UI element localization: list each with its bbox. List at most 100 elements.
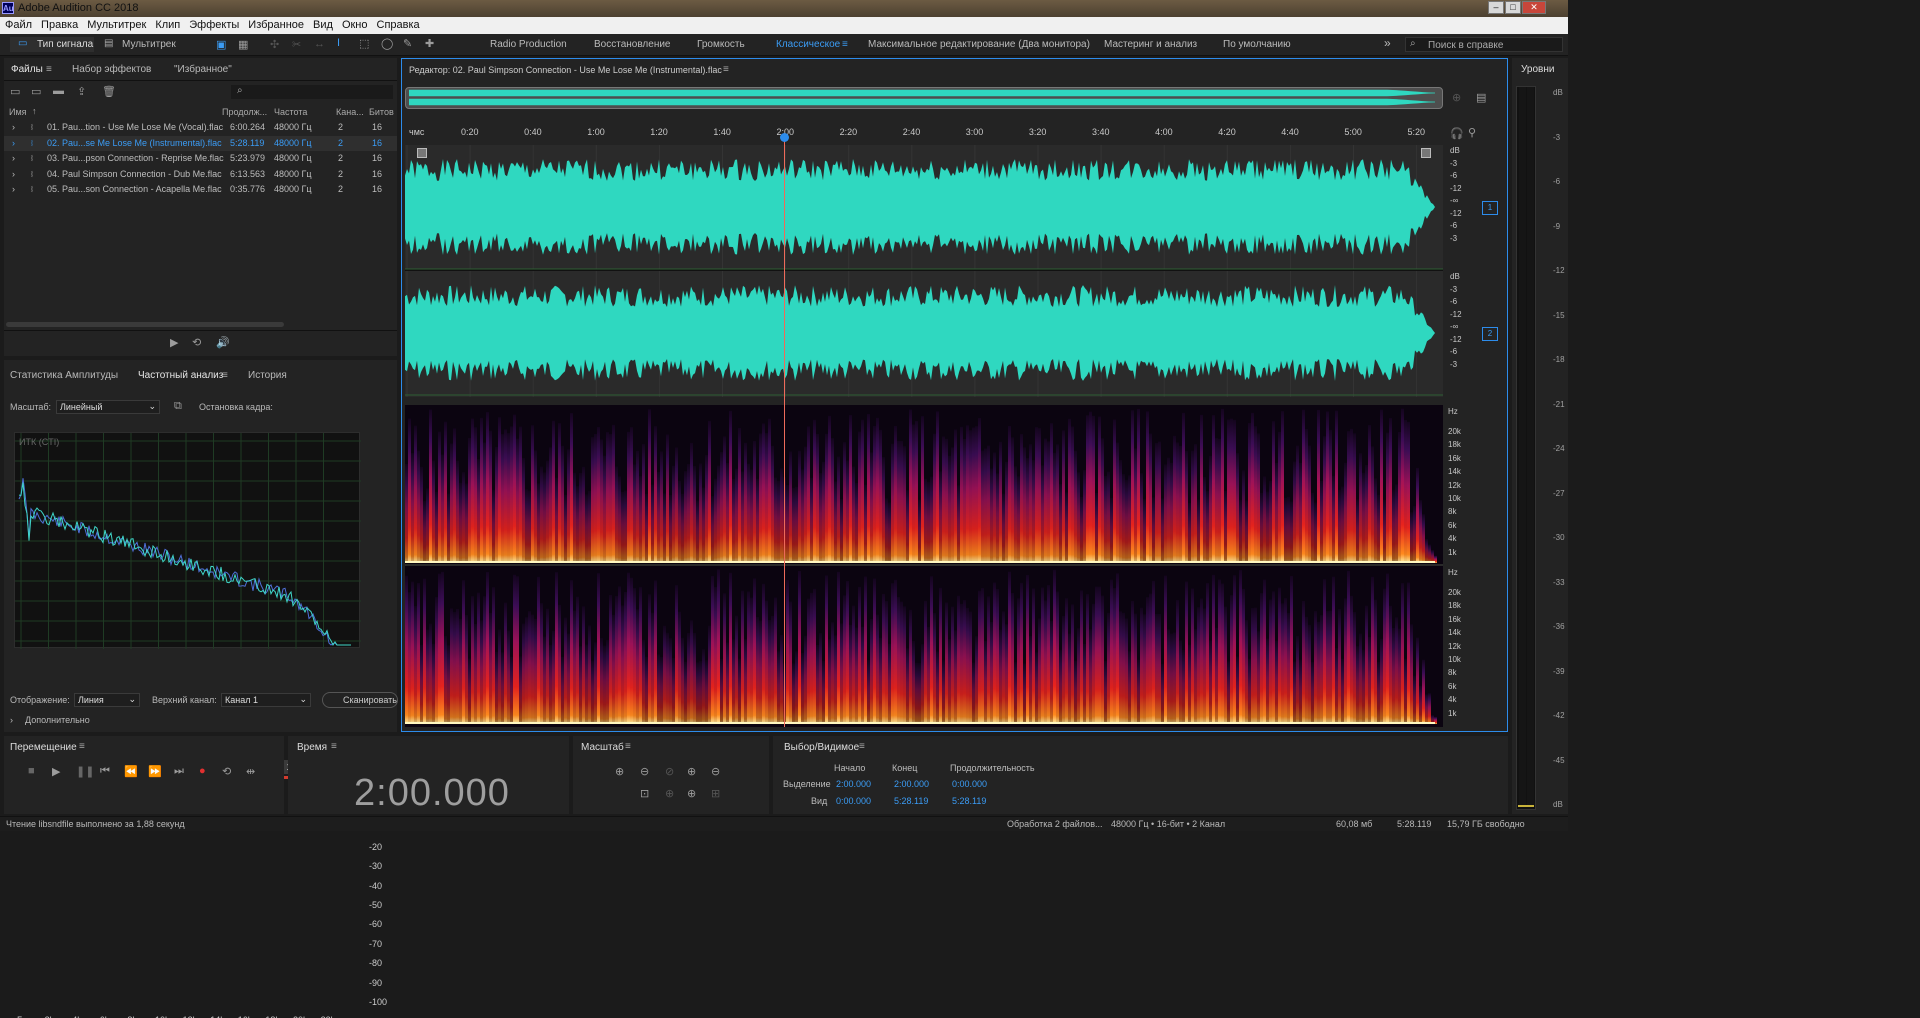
multitrack-mode-button[interactable]: ▤ Мультитрек bbox=[100, 37, 180, 52]
delete-file-icon[interactable]: 🗑 bbox=[102, 85, 116, 98]
fast-forward-icon[interactable]: ⏩ bbox=[148, 765, 162, 778]
stop-icon[interactable]: ■ bbox=[28, 765, 35, 777]
zoom-in-right-icon[interactable]: ⊕ bbox=[687, 787, 696, 800]
move-tool-icon[interactable]: ✣ bbox=[270, 38, 279, 51]
loop-playback-icon[interactable]: ⟲ bbox=[222, 765, 231, 778]
menu-multitrack[interactable]: Мультитрек bbox=[82, 17, 150, 31]
slip-tool-icon[interactable]: ↔ bbox=[314, 38, 325, 50]
insert-into-multitrack-icon[interactable]: ⇪ bbox=[77, 85, 86, 98]
zoom-to-selection-icon[interactable]: ⊞ bbox=[711, 787, 720, 800]
file-filter-input[interactable]: ⌕ bbox=[231, 85, 393, 99]
files-panel-menu-icon[interactable]: ≡ bbox=[46, 64, 52, 75]
help-search-input[interactable]: ⌕ Поиск в справке bbox=[1405, 37, 1563, 52]
spectral-view[interactable] bbox=[405, 405, 1443, 727]
rewind-icon[interactable]: ⏪ bbox=[124, 765, 138, 778]
menu-clip[interactable]: Клип bbox=[150, 17, 184, 31]
zoom-out-full-icon[interactable]: ⊡ bbox=[640, 787, 649, 800]
selection-duration-field[interactable]: 0:00.000 bbox=[952, 779, 987, 789]
file-row[interactable]: › ⧙ 05. Pau...son Connection - Acapella Me… bbox=[4, 182, 397, 197]
workspace-mastering[interactable]: Мастеринг и анализ bbox=[1104, 39, 1197, 50]
scale-dropdown[interactable]: Линейный ⌄ bbox=[56, 400, 160, 414]
menu-help[interactable]: Справка bbox=[372, 17, 424, 31]
zoom-in-left-icon[interactable]: ⊕ bbox=[665, 787, 674, 800]
tab-history[interactable]: История bbox=[248, 370, 287, 381]
new-file-icon[interactable]: ▬ bbox=[53, 85, 64, 97]
marquee-tool-icon[interactable]: ⬚ bbox=[359, 37, 369, 50]
close-button[interactable]: ✕ bbox=[1522, 1, 1546, 14]
autoplay-icon[interactable]: 🔊 bbox=[216, 336, 230, 349]
zoom-in-amplitude-icon[interactable]: ⊕ bbox=[615, 765, 624, 778]
workspace-menu-icon[interactable]: ≡ bbox=[842, 39, 848, 50]
frequency-panel-menu-icon[interactable]: ≡ bbox=[222, 370, 228, 381]
fade-out-handle[interactable] bbox=[1421, 148, 1431, 158]
waveform-view-icon[interactable]: ▣ bbox=[216, 38, 226, 51]
headphones-icon[interactable]: 🎧 bbox=[1450, 127, 1464, 140]
workspace-restoration[interactable]: Восстановление bbox=[594, 39, 671, 50]
advanced-label[interactable]: Дополнительно bbox=[25, 715, 90, 725]
workspace-loudness[interactable]: Громкость bbox=[697, 39, 745, 50]
tab-frequency-analysis[interactable]: Частотный анализ bbox=[138, 370, 223, 381]
view-duration-field[interactable]: 5:28.119 bbox=[952, 796, 986, 806]
zoom-overview-icon[interactable]: ⊕ bbox=[1452, 91, 1461, 104]
channel-1-badge[interactable]: 1 bbox=[1482, 201, 1498, 215]
play-icon[interactable]: ▶ bbox=[52, 765, 60, 778]
display-dropdown[interactable]: Линия ⌄ bbox=[74, 693, 140, 707]
spot-healing-tool-icon[interactable]: ✚ bbox=[425, 37, 434, 50]
menu-effects[interactable]: Эффекты bbox=[184, 17, 243, 31]
menu-window[interactable]: Окно bbox=[337, 17, 372, 31]
selection-start-field[interactable]: 2:00.000 bbox=[836, 779, 871, 789]
go-to-start-icon[interactable]: ⏮ bbox=[100, 765, 110, 778]
fade-in-handle[interactable] bbox=[417, 148, 427, 158]
transport-menu-icon[interactable]: ≡ bbox=[79, 741, 85, 752]
scan-button[interactable]: Сканировать bbox=[322, 692, 398, 708]
razor-tool-icon[interactable]: ✂ bbox=[292, 38, 301, 51]
view-splitter[interactable] bbox=[405, 398, 1443, 404]
loop-preview-icon[interactable]: ⟲ bbox=[192, 336, 201, 349]
more-workspaces-button[interactable]: » bbox=[1384, 36, 1391, 50]
files-horizontal-scrollbar[interactable] bbox=[6, 322, 284, 327]
view-end-field[interactable]: 5:28.119 bbox=[894, 796, 928, 806]
advanced-expand-icon[interactable]: › bbox=[10, 715, 13, 725]
column-name[interactable]: Имя bbox=[9, 107, 27, 117]
time-selection-tool-icon[interactable]: I bbox=[337, 37, 340, 49]
workspace-max-editing[interactable]: Максимальное редактирование (Два монитор… bbox=[868, 39, 1090, 50]
tab-favorites[interactable]: "Избранное" bbox=[174, 64, 232, 75]
zoom-in-time-icon[interactable]: ⊕ bbox=[687, 765, 696, 778]
lasso-tool-icon[interactable]: ◯ bbox=[381, 37, 393, 50]
playhead-handle[interactable] bbox=[780, 133, 789, 142]
track-settings-icon[interactable]: ▤ bbox=[1476, 91, 1486, 104]
waveform-mode-button[interactable]: ▭ Тип сигнала bbox=[10, 37, 94, 52]
column-duration[interactable]: Продолж... bbox=[222, 107, 267, 117]
maximize-button[interactable]: □ bbox=[1505, 1, 1521, 14]
tab-amplitude-statistics[interactable]: Статистика Амплитуды bbox=[10, 370, 118, 381]
skip-selection-icon[interactable]: ⇹ bbox=[246, 765, 255, 778]
workspace-classic[interactable]: Классическое bbox=[776, 39, 840, 50]
file-row[interactable]: › ⧙ 01. Pau...tion - Use Me Lose Me (Vocal… bbox=[4, 120, 397, 135]
file-row[interactable]: › ⧙ 03. Pau...pson Connection - Reprise Me… bbox=[4, 151, 397, 166]
view-start-field[interactable]: 0:00.000 bbox=[836, 796, 871, 806]
file-row[interactable]: › ⧙ 04. Paul Simpson Connection - Dub Me.f… bbox=[4, 167, 397, 182]
marker-pin-icon[interactable]: ⚲ bbox=[1468, 126, 1476, 139]
waveform-view[interactable] bbox=[405, 145, 1443, 397]
zoom-reset-icon[interactable]: ⊘ bbox=[665, 765, 674, 778]
minimize-button[interactable]: – bbox=[1488, 1, 1504, 14]
selection-end-field[interactable]: 2:00.000 bbox=[894, 779, 929, 789]
zoom-menu-icon[interactable]: ≡ bbox=[625, 741, 631, 752]
record-icon[interactable]: ● bbox=[199, 765, 206, 777]
editor-menu-icon[interactable]: ≡ bbox=[723, 64, 729, 75]
spectral-view-icon[interactable]: ▦ bbox=[238, 38, 248, 51]
zoom-out-time-icon[interactable]: ⊖ bbox=[711, 765, 720, 778]
import-file-icon[interactable]: ▭ bbox=[31, 85, 41, 98]
menu-file[interactable]: Файл bbox=[0, 17, 36, 31]
tab-files[interactable]: Файлы bbox=[11, 64, 43, 75]
tab-effects-rack[interactable]: Набор эффектов bbox=[72, 64, 151, 75]
play-preview-icon[interactable]: ▶ bbox=[170, 336, 178, 349]
column-bits[interactable]: Битов bbox=[369, 107, 394, 117]
go-to-end-icon[interactable]: ⏭ bbox=[174, 765, 184, 778]
menu-favorites[interactable]: Избранное bbox=[243, 17, 308, 31]
workspace-default[interactable]: По умолчанию bbox=[1223, 39, 1291, 50]
pause-icon[interactable]: ❚❚ bbox=[76, 765, 94, 778]
snapshot-icon[interactable]: ⧉ bbox=[174, 400, 182, 413]
menu-edit[interactable]: Правка bbox=[36, 17, 82, 31]
overview-bar[interactable] bbox=[405, 87, 1443, 109]
